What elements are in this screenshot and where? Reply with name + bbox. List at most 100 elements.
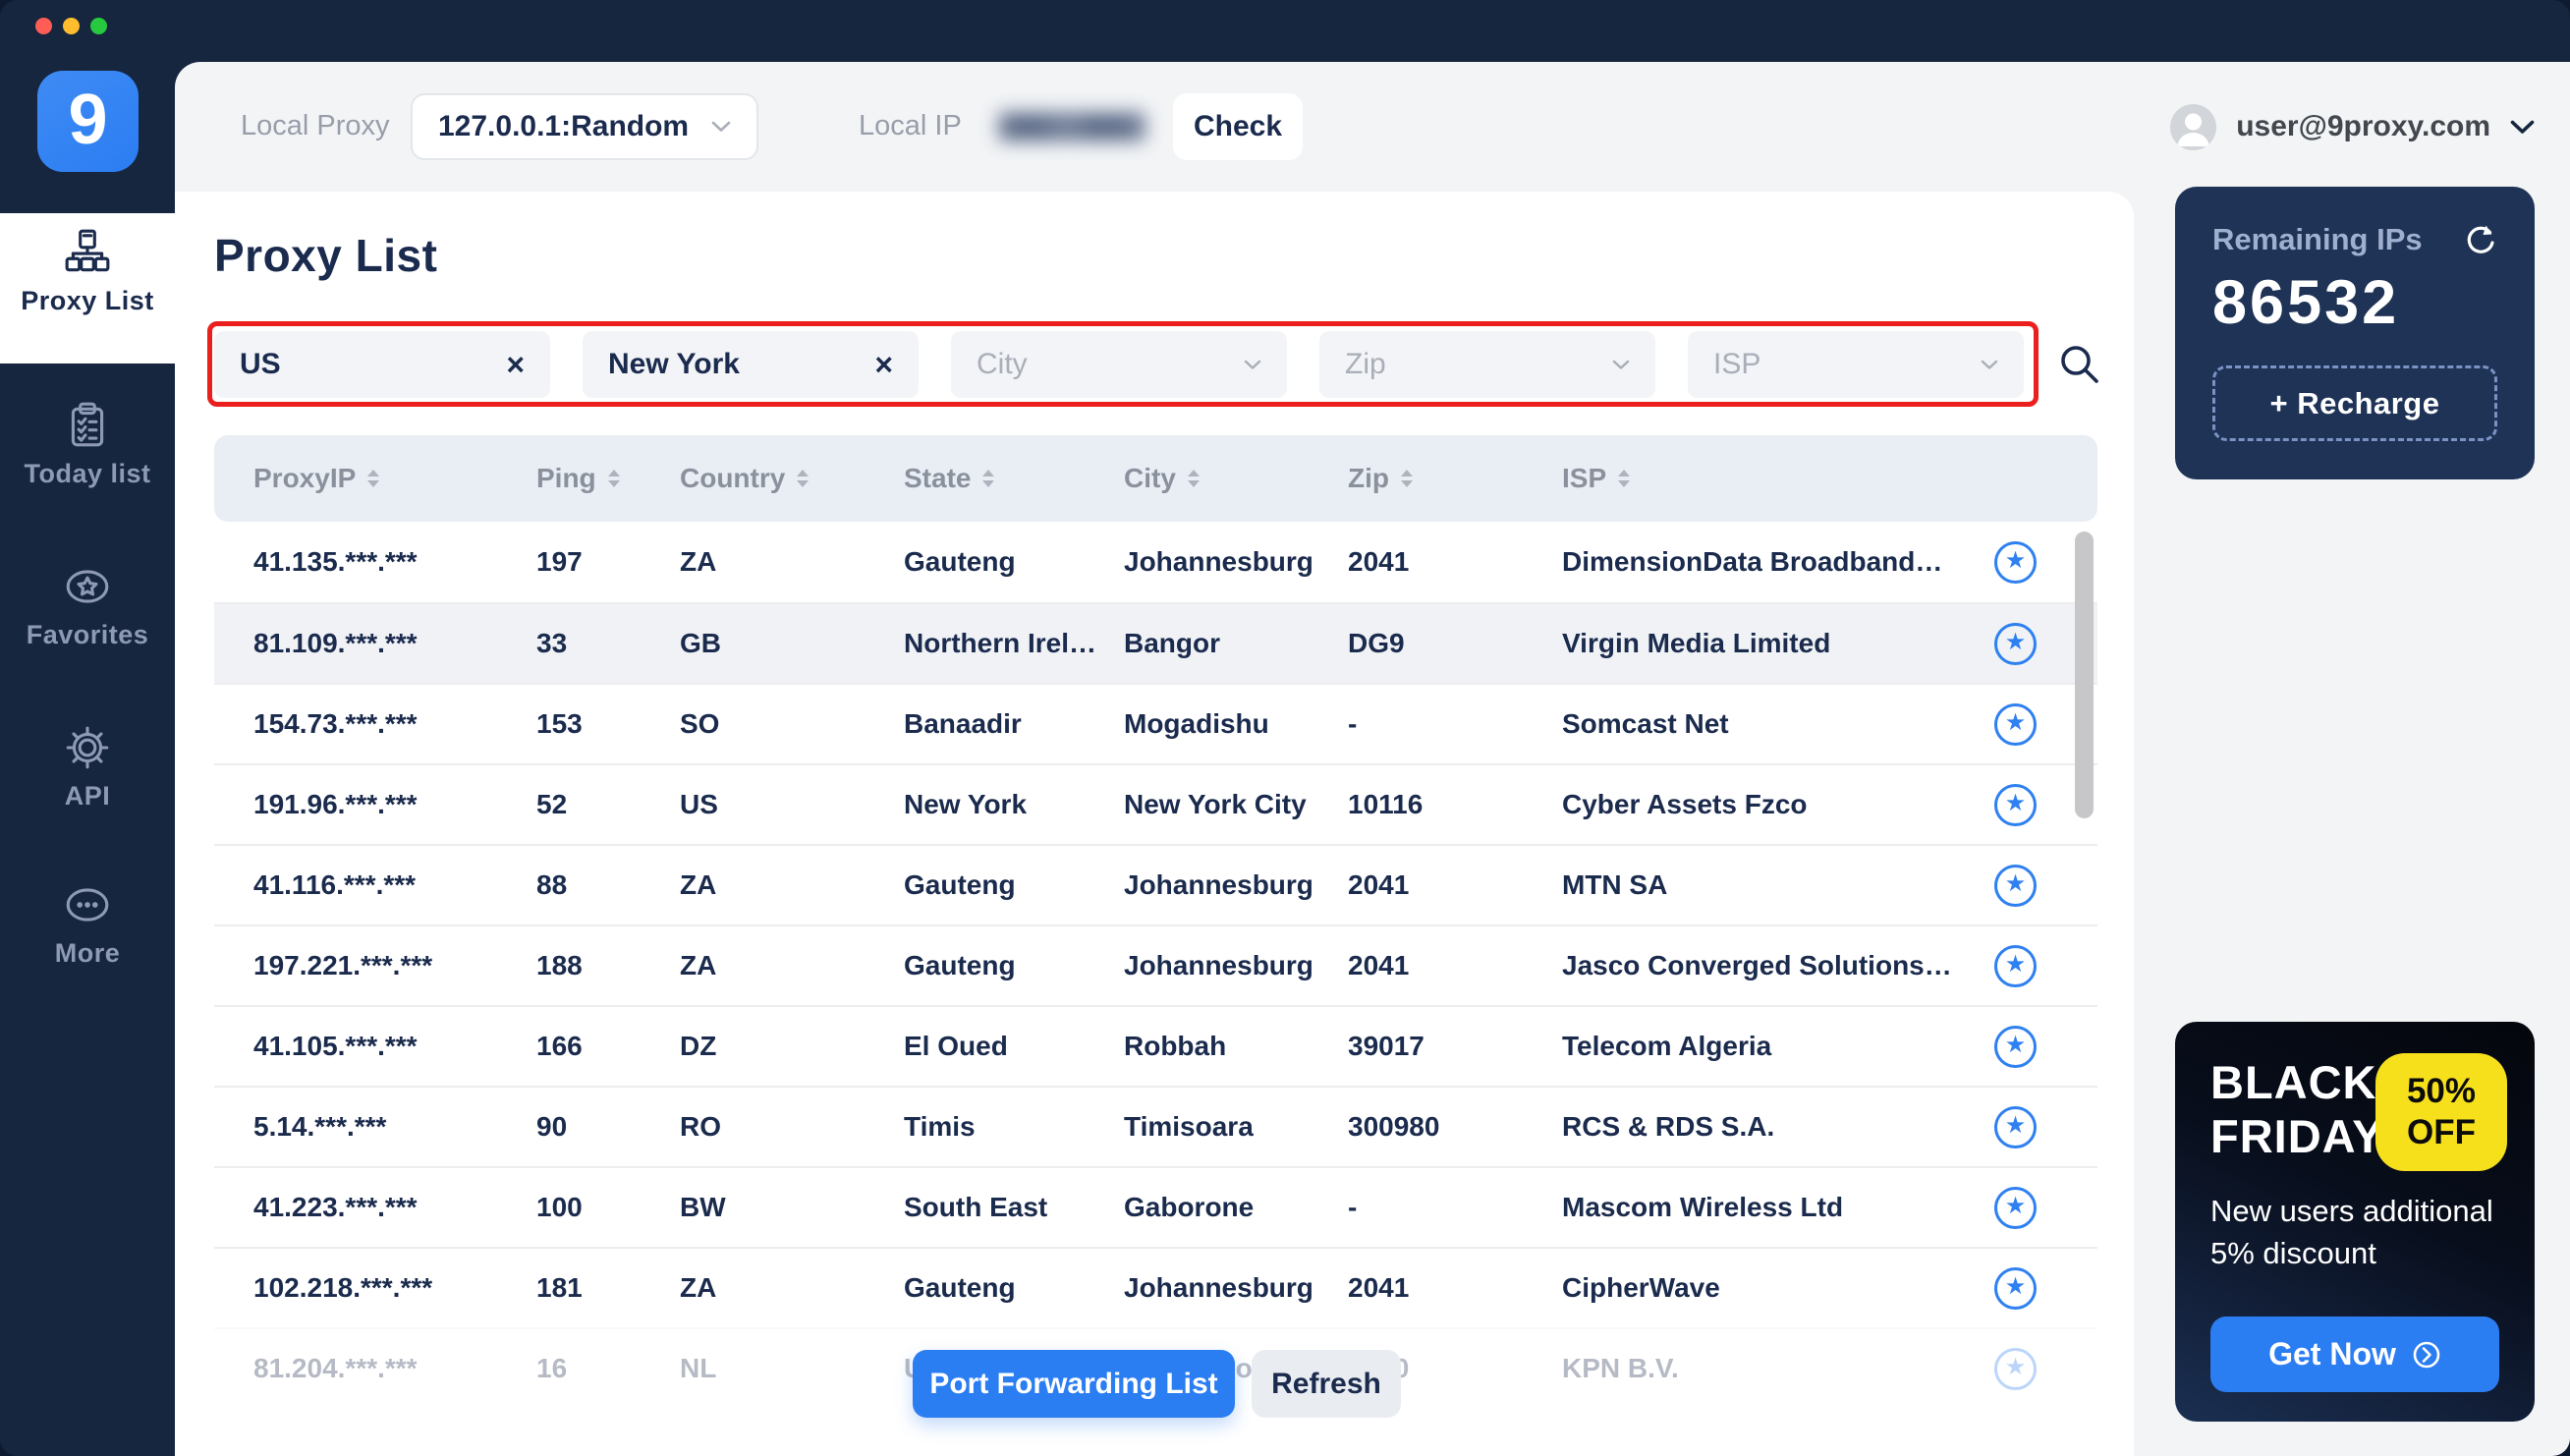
refresh-button[interactable]: Refresh xyxy=(1252,1350,1401,1418)
cell-state: Gauteng xyxy=(904,869,1016,900)
table-row[interactable]: 41.116.***.*** 88 ZA Gauteng Johannesbur… xyxy=(214,844,2097,924)
app-logo-glyph: 9 xyxy=(68,80,108,159)
table-row[interactable]: 102.218.***.*** 181 ZA Gauteng Johannesb… xyxy=(214,1247,2097,1327)
sidebar-item-today-list[interactable]: Today list xyxy=(0,401,175,489)
local-ip-value-blurred xyxy=(990,102,1155,151)
favorite-star-button[interactable]: ★ xyxy=(1994,1186,2037,1229)
discount-badge: 50% OFF xyxy=(2375,1053,2507,1171)
cell-zip: - xyxy=(1348,1192,1358,1222)
table-row[interactable]: 41.135.***.*** 197 ZA Gauteng Johannesbu… xyxy=(214,522,2097,602)
ellipsis-icon xyxy=(0,880,175,929)
local-proxy-label: Local Proxy xyxy=(241,110,390,141)
cell-city: Bangor xyxy=(1124,628,1220,658)
sidebar-item-more[interactable]: More xyxy=(0,880,175,969)
star-circle-icon xyxy=(0,562,175,611)
cell-zip: 300980 xyxy=(1348,1111,1440,1142)
search-button[interactable] xyxy=(2057,342,2102,387)
star-icon: ★ xyxy=(2004,870,2027,897)
user-email: user@9proxy.com xyxy=(2236,110,2490,142)
favorite-star-button[interactable]: ★ xyxy=(1994,944,2037,987)
cell-country: SO xyxy=(680,708,720,739)
cell-zip: DG9 xyxy=(1348,628,1405,658)
local-proxy-dropdown[interactable]: 127.0.0.1:Random xyxy=(411,93,758,160)
chevron-down-icon xyxy=(1244,360,1261,369)
checklist-icon xyxy=(0,401,175,450)
table-row[interactable]: 191.96.***.*** 52 US New York New York C… xyxy=(214,763,2097,844)
port-forwarding-list-button[interactable]: Port Forwarding List xyxy=(913,1350,1235,1418)
clear-filter-icon[interactable]: × xyxy=(506,349,525,380)
favorite-star-button[interactable]: ★ xyxy=(1994,540,2037,584)
favorite-star-button[interactable]: ★ xyxy=(1994,864,2037,907)
cell-country: ZA xyxy=(680,1272,717,1303)
column-header-isp[interactable]: ISP xyxy=(1562,463,1988,494)
sidebar-item-label: Today list xyxy=(24,459,151,488)
cell-isp: DimensionData Broadband… xyxy=(1562,546,1943,577)
filter-city[interactable]: City xyxy=(951,331,1287,398)
filter-zip[interactable]: Zip xyxy=(1319,331,1655,398)
filter-new-york[interactable]: New York × xyxy=(583,331,919,398)
check-ip-button[interactable]: Check xyxy=(1173,93,1303,160)
get-now-button[interactable]: Get Now xyxy=(2210,1316,2499,1392)
column-header-country[interactable]: Country xyxy=(680,463,904,494)
cell-zip: 39017 xyxy=(1348,1031,1425,1061)
table-row[interactable]: 5.14.***.*** 90 RO Timis Timisoara 30098… xyxy=(214,1086,2097,1166)
column-header-proxyip[interactable]: ProxyIP xyxy=(253,463,536,494)
favorite-star-button[interactable]: ★ xyxy=(1994,783,2037,826)
cell-country: ZA xyxy=(680,869,717,900)
app-window: 9 Proxy List Today list Favorites API Mo… xyxy=(0,0,2570,1456)
cell-proxyip: 5.14.***.*** xyxy=(253,1111,387,1142)
favorite-star-button[interactable]: ★ xyxy=(1994,1105,2037,1148)
favorite-star-button[interactable]: ★ xyxy=(1994,1347,2037,1390)
column-header-ping[interactable]: Ping xyxy=(536,463,680,494)
table-row[interactable]: 154.73.***.*** 153 SO Banaadir Mogadishu… xyxy=(214,683,2097,763)
table-row[interactable]: 41.223.***.*** 100 BW South East Gaboron… xyxy=(214,1166,2097,1247)
local-ip-label: Local IP xyxy=(859,110,962,141)
minimize-window-button[interactable] xyxy=(63,18,80,34)
table-row[interactable]: 41.105.***.*** 166 DZ El Oued Robbah 390… xyxy=(214,1005,2097,1086)
cell-zip: 10116 xyxy=(1348,789,1424,819)
cell-isp: CipherWave xyxy=(1562,1272,1720,1303)
table-row[interactable]: 197.221.***.*** 188 ZA Gauteng Johannesb… xyxy=(214,924,2097,1005)
remaining-ips-label: Remaining IPs xyxy=(2212,222,2423,256)
cell-state: New York xyxy=(904,789,1028,819)
cell-proxyip: 41.116.***.*** xyxy=(253,869,417,900)
sort-icon xyxy=(1618,470,1631,487)
user-menu[interactable]: user@9proxy.com xyxy=(2170,93,2535,160)
close-window-button[interactable] xyxy=(35,18,52,34)
sidebar-item-proxy-list[interactable]: Proxy List xyxy=(0,228,175,316)
filter-isp[interactable]: ISP xyxy=(1688,331,2024,398)
avatar xyxy=(2170,103,2217,150)
cell-city: Johannesburg xyxy=(1124,950,1313,980)
star-icon: ★ xyxy=(2004,951,2027,978)
refresh-icon xyxy=(2467,225,2494,253)
arrow-circle-icon xyxy=(2413,1341,2440,1368)
cell-country: BW xyxy=(680,1192,726,1222)
cell-zip: 2041 xyxy=(1348,1272,1410,1303)
chevron-down-icon xyxy=(1612,360,1630,369)
column-header-city[interactable]: City xyxy=(1124,463,1348,494)
cell-proxyip: 81.109.***.*** xyxy=(253,628,418,658)
sidebar-item-favorites[interactable]: Favorites xyxy=(0,562,175,650)
cell-ping: 166 xyxy=(536,1031,583,1061)
favorite-star-button[interactable]: ★ xyxy=(1994,1025,2037,1068)
table-scrollbar[interactable] xyxy=(2075,532,2094,818)
gear-icon xyxy=(0,723,175,772)
zoom-window-button[interactable] xyxy=(90,18,107,34)
page-title: Proxy List xyxy=(214,230,438,281)
star-icon: ★ xyxy=(2004,1354,2027,1380)
favorite-star-button[interactable]: ★ xyxy=(1994,622,2037,665)
filter-us[interactable]: US × xyxy=(214,331,550,398)
filter-placeholder: City xyxy=(977,348,1028,380)
sidebar-item-api[interactable]: API xyxy=(0,723,175,812)
favorite-star-button[interactable]: ★ xyxy=(1994,702,2037,746)
cell-isp: Virgin Media Limited xyxy=(1562,628,1831,658)
refresh-remaining-button[interactable] xyxy=(2462,222,2497,257)
favorite-star-button[interactable]: ★ xyxy=(1994,1266,2037,1310)
table-row[interactable]: 81.109.***.*** 33 GB Northern Irel… Bang… xyxy=(214,602,2097,683)
clear-filter-icon[interactable]: × xyxy=(874,349,893,380)
star-icon: ★ xyxy=(2004,1273,2027,1300)
chevron-down-icon xyxy=(2510,120,2535,134)
recharge-button[interactable]: + Recharge xyxy=(2212,365,2497,441)
column-header-state[interactable]: State xyxy=(904,463,1124,494)
column-header-zip[interactable]: Zip xyxy=(1348,463,1562,494)
